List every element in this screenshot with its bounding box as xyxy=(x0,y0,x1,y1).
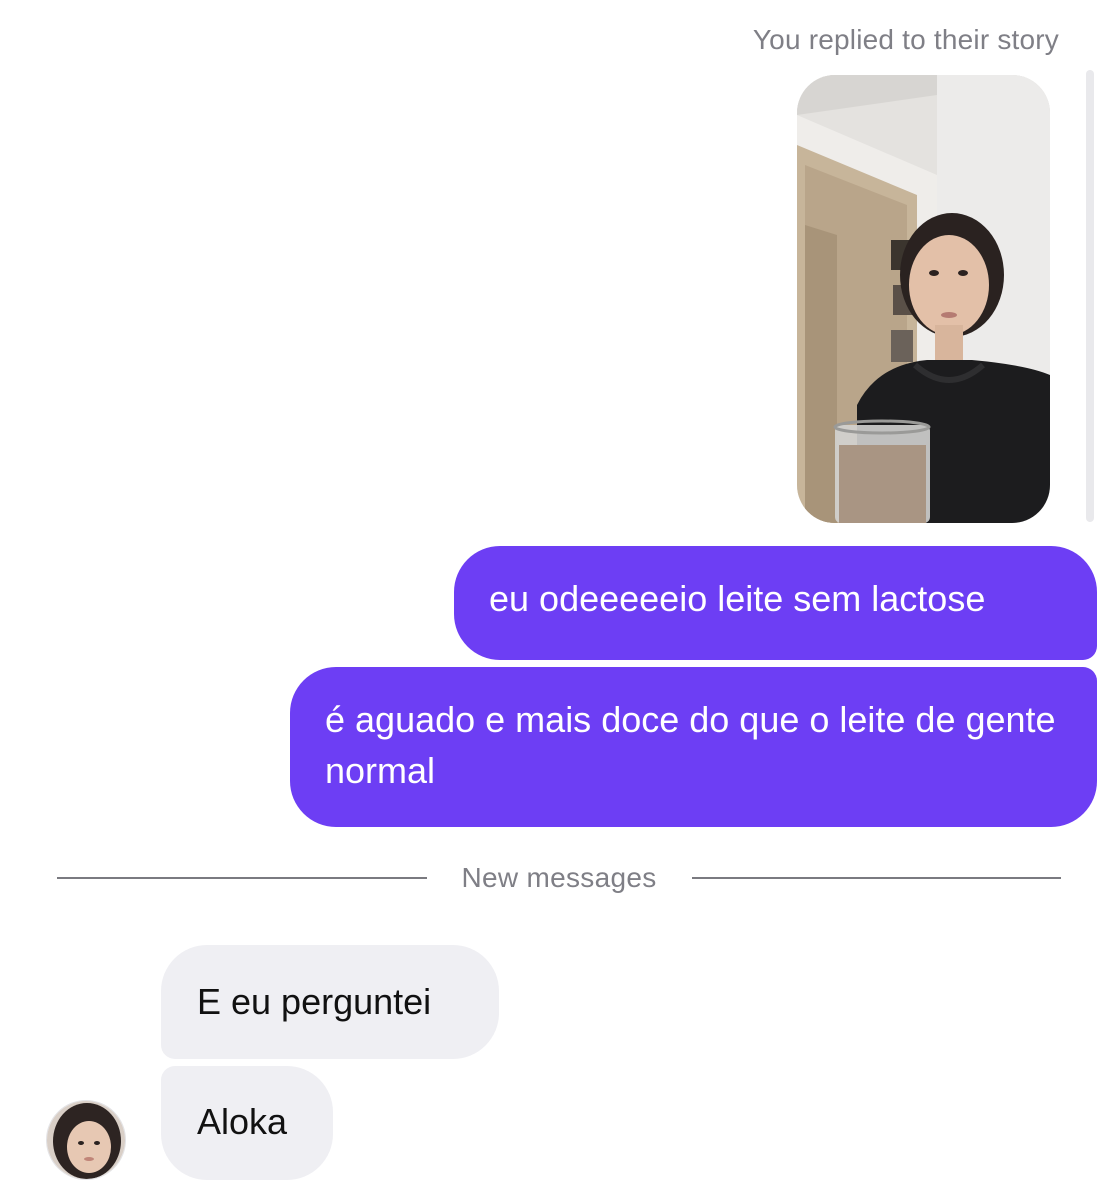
story-reply-caption: You replied to their story xyxy=(752,24,1059,55)
incoming-message-bubble[interactable]: E eu perguntei xyxy=(161,945,499,1059)
new-messages-divider: New messages xyxy=(57,860,1061,896)
story-image xyxy=(797,75,1050,523)
outgoing-message-bubble[interactable]: é aguado e mais doce do que o leite de g… xyxy=(290,667,1097,827)
story-thumbnail[interactable] xyxy=(797,75,1050,523)
incoming-message-bubble[interactable]: Aloka xyxy=(161,1066,333,1180)
divider-line xyxy=(692,877,1061,879)
scrollbar[interactable] xyxy=(1086,70,1094,522)
outgoing-message-bubble[interactable]: eu odeeeeeio leite sem lactose xyxy=(454,546,1097,660)
sender-avatar[interactable] xyxy=(46,1100,126,1180)
avatar-image xyxy=(47,1101,125,1179)
